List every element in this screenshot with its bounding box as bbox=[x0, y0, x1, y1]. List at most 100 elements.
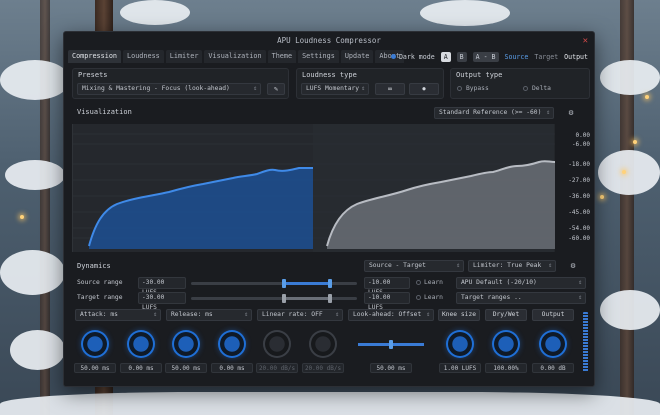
radio-icon bbox=[523, 86, 528, 91]
dry-wet-button[interactable]: Dry/Wet bbox=[485, 309, 527, 321]
state-a-button[interactable]: A bbox=[440, 52, 451, 62]
release-knob[interactable] bbox=[172, 330, 200, 358]
reference-value: Standard Reference (>= -60) bbox=[439, 109, 542, 116]
look-ahead-handle[interactable] bbox=[389, 340, 393, 349]
bypass-label: Bypass bbox=[466, 85, 489, 92]
loudness-graph: 0.00 -6.00 -18.00 -27.00 -36.00 -45.00 -… bbox=[72, 124, 590, 252]
tab-theme[interactable]: Theme bbox=[267, 50, 297, 63]
output-readout[interactable]: 0.00 dB bbox=[532, 363, 574, 373]
dynamics-gear-icon[interactable]: ⚙ bbox=[567, 260, 579, 272]
visualization-gear-icon[interactable]: ⚙ bbox=[565, 107, 577, 119]
source-range-min[interactable]: -30.00 LUFS bbox=[138, 277, 186, 296]
pencil-icon: ✎ bbox=[273, 85, 279, 93]
output-level-meter bbox=[583, 312, 588, 372]
linear-rate-select[interactable]: Linear rate: OFF ⇕ bbox=[257, 309, 343, 321]
chevron-updown-icon: ⇕ bbox=[253, 85, 257, 92]
look-ahead-slider[interactable] bbox=[358, 340, 424, 349]
tab-visualization[interactable]: Visualization bbox=[204, 50, 266, 63]
scale-label: -60.00 bbox=[568, 235, 590, 242]
view-source[interactable]: Source bbox=[505, 53, 529, 61]
dark-mode-toggle[interactable]: Dark mode bbox=[390, 53, 435, 61]
chevron-updown-icon: ⇕ bbox=[548, 262, 552, 269]
dynamics-mode-select[interactable]: Source - Target ⇕ bbox=[364, 260, 464, 272]
record-button[interactable]: ⏺ bbox=[409, 83, 439, 95]
target-range-high-handle[interactable] bbox=[328, 294, 332, 303]
target-range-preset-select[interactable]: Target ranges .. ⇕ bbox=[456, 292, 586, 304]
scale-label: -6.00 bbox=[571, 141, 590, 148]
scale-label: 0.00 bbox=[575, 132, 590, 139]
target-range-label: Target range bbox=[77, 294, 123, 301]
bypass-radio[interactable]: Bypass bbox=[457, 83, 489, 95]
source-range-high-handle[interactable] bbox=[328, 279, 332, 288]
tab-compression[interactable]: Compression bbox=[68, 50, 122, 63]
source-range-fill bbox=[284, 282, 330, 285]
target-range-min[interactable]: -30.00 LUFS bbox=[138, 292, 186, 311]
linear-attack-readout[interactable]: 20.00 dB/s bbox=[256, 363, 298, 373]
look-ahead-readout[interactable]: 50.00 ms bbox=[370, 363, 412, 373]
dry-wet-readout[interactable]: 100.00% bbox=[485, 363, 527, 373]
tab-update[interactable]: Update bbox=[340, 50, 374, 63]
release-value-readout[interactable]: 50.00 ms bbox=[165, 363, 207, 373]
source-learn-toggle[interactable]: Learn bbox=[416, 277, 443, 289]
presets-value: Mixing & Mastering - Focus (look-ahead) bbox=[82, 85, 230, 92]
header-controls: Dark mode A B A - B Source Target Output bbox=[390, 51, 588, 63]
tab-loudness[interactable]: Loudness bbox=[123, 50, 164, 63]
view-target[interactable]: Target bbox=[534, 53, 558, 61]
close-icon[interactable]: ✕ bbox=[583, 35, 588, 47]
source-range-slider[interactable] bbox=[191, 279, 357, 288]
knee-size-knob[interactable] bbox=[446, 330, 474, 358]
output-knob[interactable] bbox=[539, 330, 567, 358]
presets-title: Presets bbox=[78, 71, 108, 79]
loudness-type-select[interactable]: LUFS Momentary ⇕ bbox=[301, 83, 369, 95]
radio-icon bbox=[457, 86, 462, 91]
linear-attack-knob[interactable] bbox=[263, 330, 291, 358]
state-b-button[interactable]: B bbox=[456, 52, 467, 62]
chevron-updown-icon: ⇕ bbox=[546, 109, 550, 116]
radio-icon bbox=[416, 280, 421, 285]
chevron-updown-icon: ⇕ bbox=[426, 311, 430, 318]
reference-select[interactable]: Standard Reference (>= -60) ⇕ bbox=[434, 107, 554, 119]
output-type-title: Output type bbox=[456, 71, 503, 79]
target-range-slider[interactable] bbox=[191, 294, 357, 303]
attack-value-readout[interactable]: 50.00 ms bbox=[74, 363, 116, 373]
source-range-label: Source range bbox=[77, 279, 123, 286]
dynamics-title: Dynamics bbox=[77, 262, 111, 270]
plugin-window: APU Loudness Compressor ✕ Compression Lo… bbox=[63, 31, 595, 387]
attack-offset-knob[interactable] bbox=[127, 330, 155, 358]
linear-release-readout[interactable]: 20.00 dB/s bbox=[302, 363, 344, 373]
infinite-button[interactable]: ∞ bbox=[375, 83, 405, 95]
attack-offset-readout[interactable]: 0.00 ms bbox=[120, 363, 162, 373]
presets-select[interactable]: Mixing & Mastering - Focus (look-ahead) ⇕ bbox=[77, 83, 261, 95]
limiter-select[interactable]: Limiter: True Peak ⇕ bbox=[468, 260, 556, 272]
dry-wet-knob[interactable] bbox=[492, 330, 520, 358]
release-offset-readout[interactable]: 0.00 ms bbox=[211, 363, 253, 373]
chevron-updown-icon: ⇕ bbox=[578, 294, 582, 301]
scale-label: -27.00 bbox=[568, 177, 590, 184]
tab-bar: Compression Loudness Limiter Visualizati… bbox=[68, 50, 404, 63]
knee-size-button[interactable]: Knee size bbox=[438, 309, 480, 321]
tab-limiter[interactable]: Limiter bbox=[165, 50, 203, 63]
radio-icon bbox=[416, 295, 421, 300]
state-a-b-button[interactable]: A - B bbox=[472, 52, 499, 62]
attack-knob[interactable] bbox=[81, 330, 109, 358]
release-offset-knob[interactable] bbox=[218, 330, 246, 358]
source-range-preset-select[interactable]: APU Default (-20/10) ⇕ bbox=[456, 277, 586, 289]
target-range-fill bbox=[284, 297, 330, 300]
view-output[interactable]: Output bbox=[564, 53, 588, 61]
chevron-updown-icon: ⇕ bbox=[335, 311, 339, 318]
source-range-max[interactable]: -10.00 LUFS bbox=[364, 277, 410, 296]
output-button[interactable]: Output bbox=[532, 309, 574, 321]
release-select[interactable]: Release: ms ⇕ bbox=[166, 309, 252, 321]
attack-select[interactable]: Attack: ms ⇕ bbox=[75, 309, 161, 321]
delta-radio[interactable]: Delta bbox=[523, 83, 551, 95]
linear-release-knob[interactable] bbox=[309, 330, 337, 358]
tab-settings[interactable]: Settings bbox=[298, 50, 339, 63]
edit-preset-button[interactable]: ✎ bbox=[267, 83, 285, 95]
target-range-max[interactable]: -10.00 LUFS bbox=[364, 292, 410, 311]
look-ahead-select[interactable]: Look-ahead: Offset ⇕ bbox=[348, 309, 434, 321]
source-range-low-handle[interactable] bbox=[282, 279, 286, 288]
target-learn-toggle[interactable]: Learn bbox=[416, 292, 443, 304]
knee-size-readout[interactable]: 1.00 LUFS bbox=[439, 363, 481, 373]
chevron-updown-icon: ⇕ bbox=[578, 279, 582, 286]
target-range-low-handle[interactable] bbox=[282, 294, 286, 303]
